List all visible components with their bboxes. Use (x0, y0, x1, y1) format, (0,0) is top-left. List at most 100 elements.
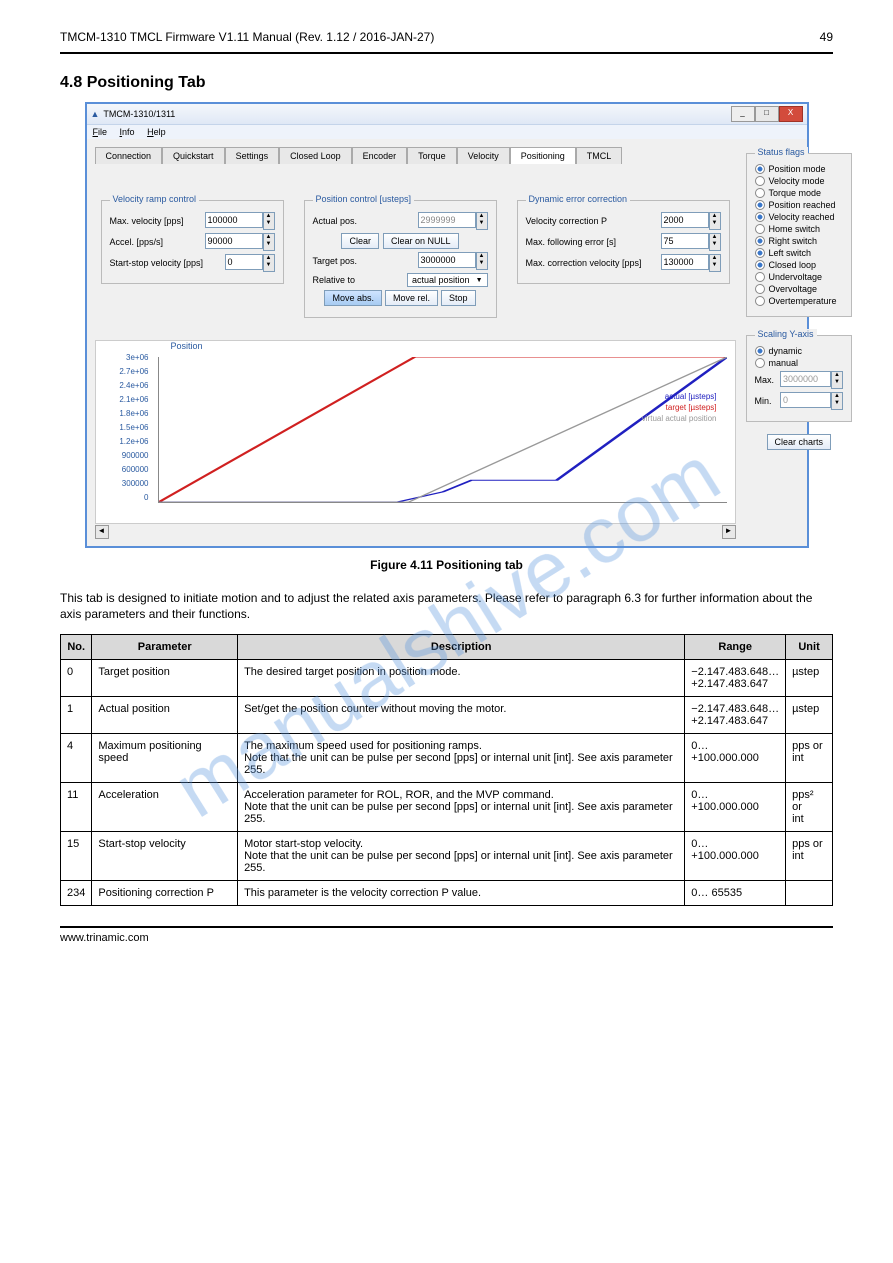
status-flag-home-switch: Home switch (755, 224, 844, 234)
menu-info[interactable]: Info (120, 127, 135, 137)
max-follow-input[interactable]: 75 (661, 233, 709, 249)
scaling-group: Scaling Y-axis dynamic manual Max. 30000… (746, 335, 853, 422)
status-flag-velocity-reached: Velocity reached (755, 212, 844, 222)
chart-scrollbar[interactable]: ◄ ► (95, 526, 736, 538)
dynamic-error-legend: Dynamic error correction (526, 194, 631, 204)
stop-button[interactable]: Stop (441, 290, 476, 306)
axis-param-table: No. Parameter Description Range Unit 0Ta… (60, 634, 833, 906)
tab-encoder[interactable]: Encoder (352, 147, 408, 164)
clear-button[interactable]: Clear (341, 233, 379, 249)
scaling-min-label: Min. (755, 396, 772, 406)
target-pos-spinner[interactable]: ▲▼ (476, 252, 488, 270)
accel-label: Accel. [pps/s] (110, 237, 164, 247)
move-rel-button[interactable]: Move rel. (385, 290, 438, 306)
figure-caption: Figure 4.11 Positioning tab (60, 558, 833, 572)
footer: www.trinamic.com (60, 926, 833, 944)
th-unit: Unit (786, 635, 833, 660)
minimize-button[interactable]: _ (731, 106, 755, 122)
tab-torque[interactable]: Torque (407, 147, 457, 164)
chart: Position 3e+06 2.7e+06 2.4e+06 2.1e+06 1… (95, 340, 736, 524)
clear-charts-button[interactable]: Clear charts (767, 434, 832, 450)
right-panels: Status flags Position modeVelocity modeT… (746, 147, 853, 538)
actual-pos-spinner: ▲▼ (476, 212, 488, 230)
max-velocity-label: Max. velocity [pps] (110, 216, 184, 226)
chart-plot (158, 357, 727, 503)
header-rule (60, 52, 833, 54)
clear-on-null-button[interactable]: Clear on NULL (383, 233, 459, 249)
table-row: 0Target positionThe desired target posit… (61, 660, 833, 697)
max-follow-label: Max. following error [s] (526, 237, 617, 247)
th-range: Range (685, 635, 786, 660)
max-corr-vel-input[interactable]: 130000 (661, 254, 709, 270)
status-flag-velocity-mode: Velocity mode (755, 176, 844, 186)
startstop-input[interactable]: 0 (225, 254, 263, 270)
scroll-right-icon[interactable]: ► (722, 525, 736, 539)
scroll-left-icon[interactable]: ◄ (95, 525, 109, 539)
th-no: No. (61, 635, 92, 660)
velocity-ramp-group: Velocity ramp control Max. velocity [pps… (101, 200, 284, 284)
status-flag-position-mode: Position mode (755, 164, 844, 174)
relative-to-label: Relative to (313, 275, 356, 285)
section-title: 4.8 Positioning Tab (60, 74, 833, 92)
accel-input[interactable]: 90000 (205, 233, 263, 249)
footer-site: www.trinamic.com (60, 932, 149, 944)
vel-corr-input[interactable]: 2000 (661, 212, 709, 228)
max-corr-vel-label: Max. correction velocity [pps] (526, 258, 642, 268)
scaling-min-spinner: ▲▼ (831, 392, 843, 410)
close-button[interactable]: X (779, 106, 803, 122)
max-velocity-spinner[interactable]: ▲▼ (263, 212, 275, 230)
scaling-max-label: Max. (755, 375, 775, 385)
vel-corr-spinner[interactable]: ▲▼ (709, 212, 721, 230)
tab-settings[interactable]: Settings (225, 147, 280, 164)
table-row: 11AccelerationAcceleration parameter for… (61, 783, 833, 832)
scaling-dynamic-radio[interactable]: dynamic (755, 346, 844, 356)
startstop-spinner[interactable]: ▲▼ (263, 254, 275, 272)
position-control-legend: Position control [usteps] (313, 194, 415, 204)
titlebar: ▲ TMCM-1310/1311 _ □ X (87, 104, 807, 125)
th-param: Parameter (92, 635, 238, 660)
max-follow-spinner[interactable]: ▲▼ (709, 233, 721, 251)
status-flag-right-switch: Right switch (755, 236, 844, 246)
actual-pos-label: Actual pos. (313, 216, 358, 226)
menubar: File Info Help (87, 125, 807, 139)
tab-velocity[interactable]: Velocity (457, 147, 510, 164)
scaling-max-spinner: ▲▼ (831, 371, 843, 389)
scaling-min-input: 0 (780, 392, 831, 408)
target-pos-input[interactable]: 3000000 (418, 252, 476, 268)
table-row: 1Actual positionSet/get the position cou… (61, 697, 833, 734)
velocity-ramp-legend: Velocity ramp control (110, 194, 200, 204)
app-window: ▲ TMCM-1310/1311 _ □ X File Info Help Co… (85, 102, 809, 548)
max-corr-vel-spinner[interactable]: ▲▼ (709, 254, 721, 272)
scaling-legend: Scaling Y-axis (755, 329, 817, 339)
table-row: 234Positioning correction PThis paramete… (61, 881, 833, 906)
status-flag-closed-loop: Closed loop (755, 260, 844, 270)
move-abs-button[interactable]: Move abs. (324, 290, 382, 306)
th-desc: Description (238, 635, 685, 660)
dynamic-error-group: Dynamic error correction Velocity correc… (517, 200, 730, 284)
relative-to-select[interactable]: actual position (407, 273, 487, 287)
maximize-button[interactable]: □ (755, 106, 779, 122)
scaling-max-input: 3000000 (780, 371, 831, 387)
menu-file[interactable]: File (93, 127, 108, 137)
header-right: 49 (820, 30, 833, 44)
startstop-label: Start-stop velocity [pps] (110, 258, 204, 268)
actual-pos-input: 2999999 (418, 212, 476, 228)
tab-quickstart[interactable]: Quickstart (162, 147, 225, 164)
window-title: TMCM-1310/1311 (103, 109, 175, 119)
target-pos-label: Target pos. (313, 256, 358, 266)
tab-closedloop[interactable]: Closed Loop (279, 147, 352, 164)
tab-connection[interactable]: Connection (95, 147, 163, 164)
chart-legend: actual [µsteps] target [µsteps] virtual … (642, 391, 717, 424)
table-row: 4Maximum positioning speedThe maximum sp… (61, 734, 833, 783)
tab-positioning[interactable]: Positioning (510, 147, 576, 164)
position-control-group: Position control [usteps] Actual pos. 29… (304, 200, 497, 318)
chart-title: Position (171, 341, 203, 351)
page: TMCM-1310 TMCL Firmware V1.11 Manual (Re… (0, 0, 893, 974)
menu-help[interactable]: Help (147, 127, 166, 137)
tab-tmcl[interactable]: TMCL (576, 147, 623, 164)
accel-spinner[interactable]: ▲▼ (263, 233, 275, 251)
intro-text: This tab is designed to initiate motion … (60, 590, 833, 622)
scaling-manual-radio[interactable]: manual (755, 358, 844, 368)
max-velocity-input[interactable]: 100000 (205, 212, 263, 228)
status-flag-overtemperature: Overtemperature (755, 296, 844, 306)
